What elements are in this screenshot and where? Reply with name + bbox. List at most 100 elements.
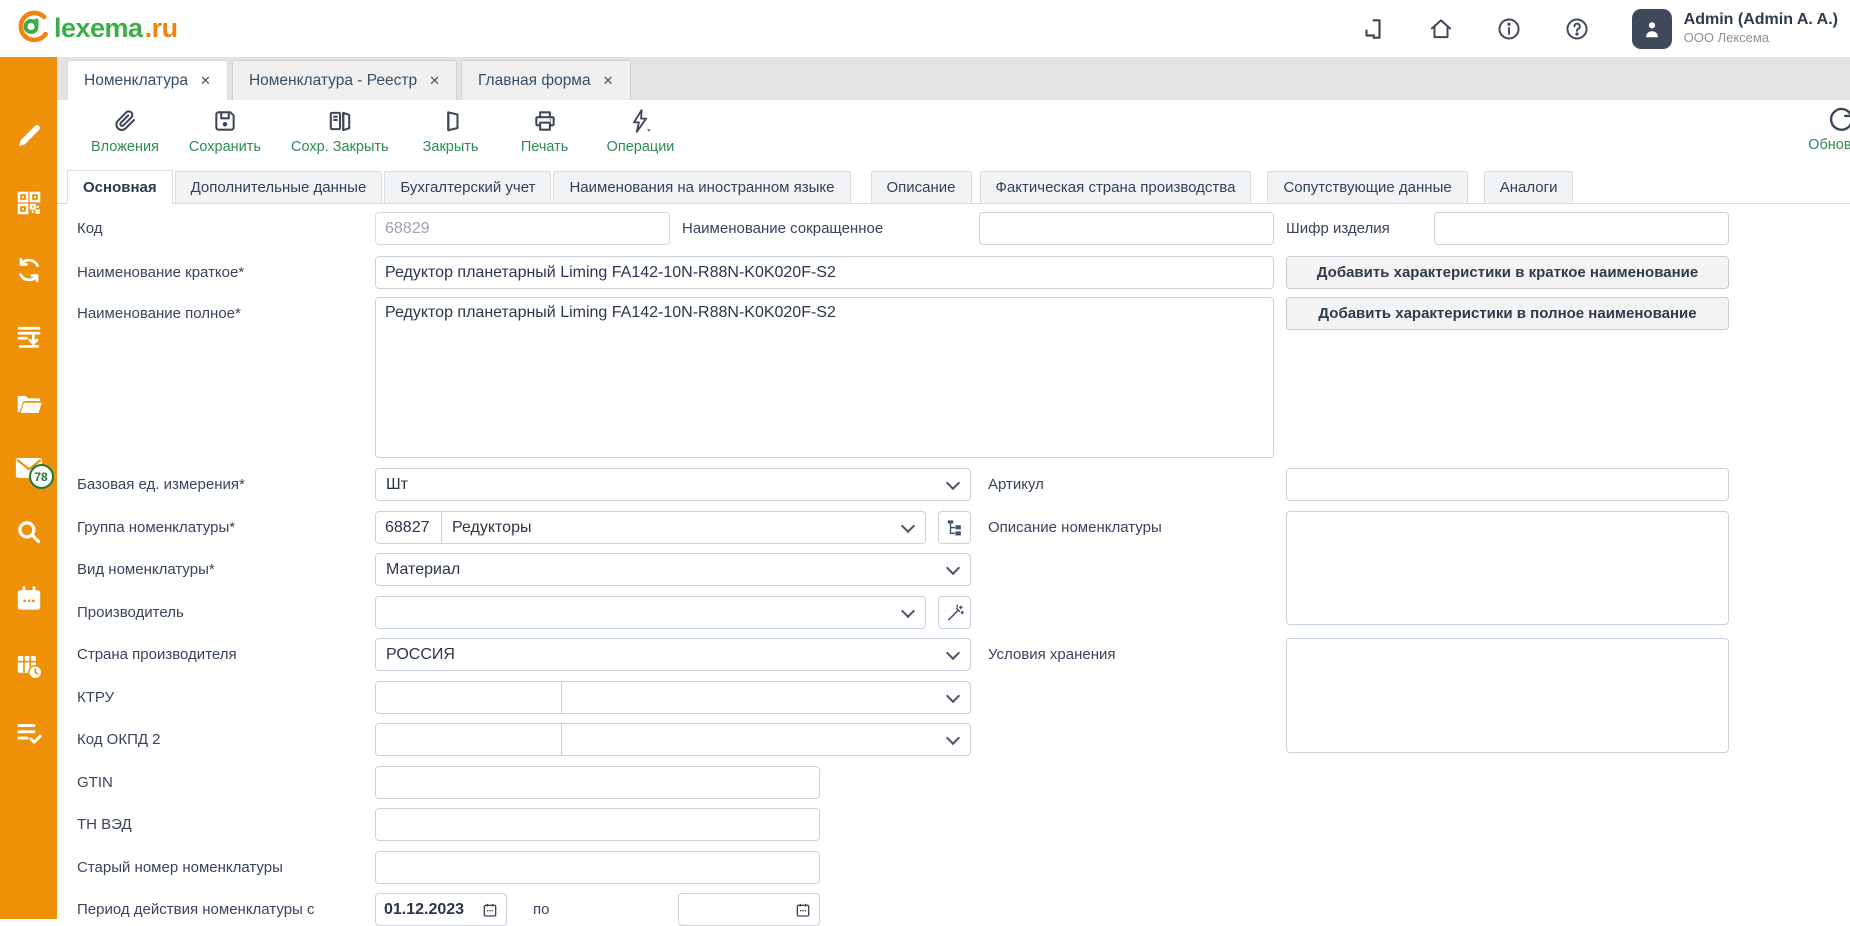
add-characteristics-full-button[interactable]: Добавить характеристики в полное наимено… bbox=[1286, 297, 1729, 330]
short-abbr-input[interactable] bbox=[979, 212, 1274, 245]
calendar-icon[interactable] bbox=[482, 902, 498, 918]
cipher-label: Шифр изделия bbox=[1286, 212, 1390, 245]
brand-logo[interactable]: lexema.ru bbox=[14, 10, 178, 46]
code-label: Код bbox=[77, 212, 103, 245]
help-icon[interactable] bbox=[1564, 16, 1590, 42]
nomenclature-description-textarea[interactable] bbox=[1286, 511, 1729, 625]
tree-icon bbox=[946, 519, 964, 537]
user-org: ООО Лексема bbox=[1684, 30, 1838, 46]
checklist-icon[interactable] bbox=[14, 718, 44, 748]
avatar[interactable] bbox=[1632, 9, 1672, 49]
group-select[interactable]: Редукторы bbox=[441, 511, 926, 544]
attachments-button[interactable]: Вложения bbox=[91, 108, 159, 155]
old-number-input[interactable] bbox=[375, 851, 820, 884]
tab-analogs[interactable]: Аналоги bbox=[1484, 171, 1574, 203]
okpd2-select[interactable] bbox=[375, 723, 971, 756]
cipher-input[interactable] bbox=[1434, 212, 1729, 245]
print-label: Печать bbox=[521, 139, 569, 155]
mdi-tab-nomenклатура[interactable]: Номенклатура ✕ bbox=[67, 60, 228, 100]
search-icon[interactable] bbox=[14, 517, 44, 547]
manufacturer-select[interactable] bbox=[375, 596, 926, 629]
mdi-tab-reestr[interactable]: Номенклатура - Реестр ✕ bbox=[232, 60, 457, 100]
form-main-panel: Код Наименование сокращенное Шифр издели… bbox=[57, 204, 1850, 919]
tab-label: Основная bbox=[83, 179, 157, 196]
calendar-icon[interactable] bbox=[14, 584, 44, 614]
tab-description[interactable]: Описание bbox=[871, 171, 972, 203]
close-tab-icon[interactable]: ✕ bbox=[200, 73, 211, 89]
folder-open-icon[interactable] bbox=[14, 389, 44, 419]
form-tabs: Основная Дополнительные данные Бухгалтер… bbox=[57, 170, 1850, 204]
tab-related-data[interactable]: Сопутствующие данные bbox=[1267, 171, 1467, 203]
group-code-input[interactable] bbox=[375, 511, 442, 544]
period-to-date[interactable] bbox=[678, 893, 820, 926]
info-icon[interactable] bbox=[1496, 16, 1522, 42]
close-label: Закрыть bbox=[423, 139, 479, 155]
print-button[interactable]: Печать bbox=[513, 108, 577, 155]
user-info[interactable]: Admin (Admin A. A.) ООО Лексема bbox=[1684, 10, 1838, 46]
chevron-down-icon bbox=[901, 603, 915, 617]
close-button[interactable]: Закрыть bbox=[419, 108, 483, 155]
printer-icon bbox=[532, 108, 558, 134]
code-input[interactable] bbox=[375, 212, 670, 245]
country-value: РОССИЯ bbox=[386, 646, 942, 664]
mdi-tab-main-form[interactable]: Главная форма ✕ bbox=[461, 60, 630, 100]
article-label: Артикул bbox=[988, 468, 1044, 501]
okpd2-label: Код ОКПД 2 bbox=[77, 723, 161, 756]
save-button[interactable]: Сохранить bbox=[189, 108, 261, 155]
table-clock-icon[interactable] bbox=[14, 651, 44, 681]
add-characteristics-short-button[interactable]: Добавить характеристики в краткое наимен… bbox=[1286, 256, 1729, 289]
home-icon[interactable] bbox=[1428, 16, 1454, 42]
chevron-down-icon bbox=[946, 645, 960, 659]
mdi-tab-label: Номенклатура bbox=[84, 72, 188, 90]
group-label: Группа номенклатуры* bbox=[77, 511, 235, 544]
storage-textarea[interactable] bbox=[1286, 638, 1729, 753]
close-tab-icon[interactable]: ✕ bbox=[603, 73, 614, 89]
article-input[interactable] bbox=[1286, 468, 1729, 501]
lightning-icon bbox=[627, 108, 653, 134]
save-label: Сохранить bbox=[189, 139, 261, 155]
edit-pencil-icon[interactable] bbox=[14, 121, 44, 151]
mdi-tab-label: Главная форма bbox=[478, 72, 591, 90]
tab-label: Аналоги bbox=[1500, 179, 1558, 196]
nomenclature-description-label: Описание номенклатуры bbox=[988, 511, 1162, 544]
sync-icon[interactable] bbox=[14, 255, 44, 285]
group-tree-button[interactable] bbox=[938, 511, 971, 544]
tab-label: Описание bbox=[887, 179, 956, 196]
manufacturer-wizard-button[interactable] bbox=[938, 596, 971, 629]
ktru-select[interactable] bbox=[375, 681, 971, 714]
field-divider bbox=[561, 724, 562, 755]
window-icon[interactable] bbox=[1360, 16, 1386, 42]
period-label: Период действия номенклатуры с bbox=[77, 893, 314, 926]
refresh-button[interactable]: Обновить bbox=[1796, 104, 1850, 153]
close-tab-icon[interactable]: ✕ bbox=[429, 73, 440, 89]
country-select[interactable]: РОССИЯ bbox=[375, 638, 971, 671]
operations-button[interactable]: Операции bbox=[607, 108, 675, 155]
mail-icon[interactable]: 78 bbox=[14, 456, 44, 480]
calendar-icon[interactable] bbox=[795, 902, 811, 918]
name-full-textarea[interactable]: Редуктор планетарный Liming FA142-10N-R8… bbox=[375, 297, 1274, 458]
period-to-label: по bbox=[533, 893, 549, 926]
tab-accounting[interactable]: Бухгалтерский учет bbox=[384, 171, 551, 203]
tab-foreign-names[interactable]: Наименования на иностранном языке bbox=[553, 171, 850, 203]
refresh-icon bbox=[1826, 104, 1850, 134]
period-from-date[interactable]: 01.12.2023 bbox=[375, 893, 507, 926]
kind-select[interactable]: Материал bbox=[375, 553, 971, 586]
period-from-value: 01.12.2023 bbox=[384, 901, 482, 919]
paperclip-icon bbox=[112, 108, 138, 134]
gtin-input[interactable] bbox=[375, 766, 820, 799]
tab-additional[interactable]: Дополнительные данные bbox=[175, 171, 383, 203]
base-unit-select[interactable]: Шт bbox=[375, 468, 971, 501]
tab-actual-country[interactable]: Фактическая страна производства bbox=[980, 171, 1252, 203]
header: lexema.ru Admin (Admin A. A.) ООО Лексем… bbox=[0, 0, 1850, 57]
save-close-button[interactable]: Сохр. Закрыть bbox=[291, 108, 389, 155]
qr-code-icon[interactable] bbox=[14, 188, 44, 218]
refresh-label: Обновить bbox=[1808, 137, 1850, 153]
short-abbr-label: Наименование сокращенное bbox=[682, 212, 883, 245]
import-list-icon[interactable] bbox=[14, 322, 44, 352]
base-unit-value: Шт bbox=[386, 476, 942, 494]
field-divider bbox=[561, 682, 562, 713]
chevron-down-icon bbox=[901, 518, 915, 532]
name-short-input[interactable] bbox=[375, 256, 1274, 289]
tnved-input[interactable] bbox=[375, 808, 820, 841]
tab-main[interactable]: Основная bbox=[67, 170, 173, 204]
